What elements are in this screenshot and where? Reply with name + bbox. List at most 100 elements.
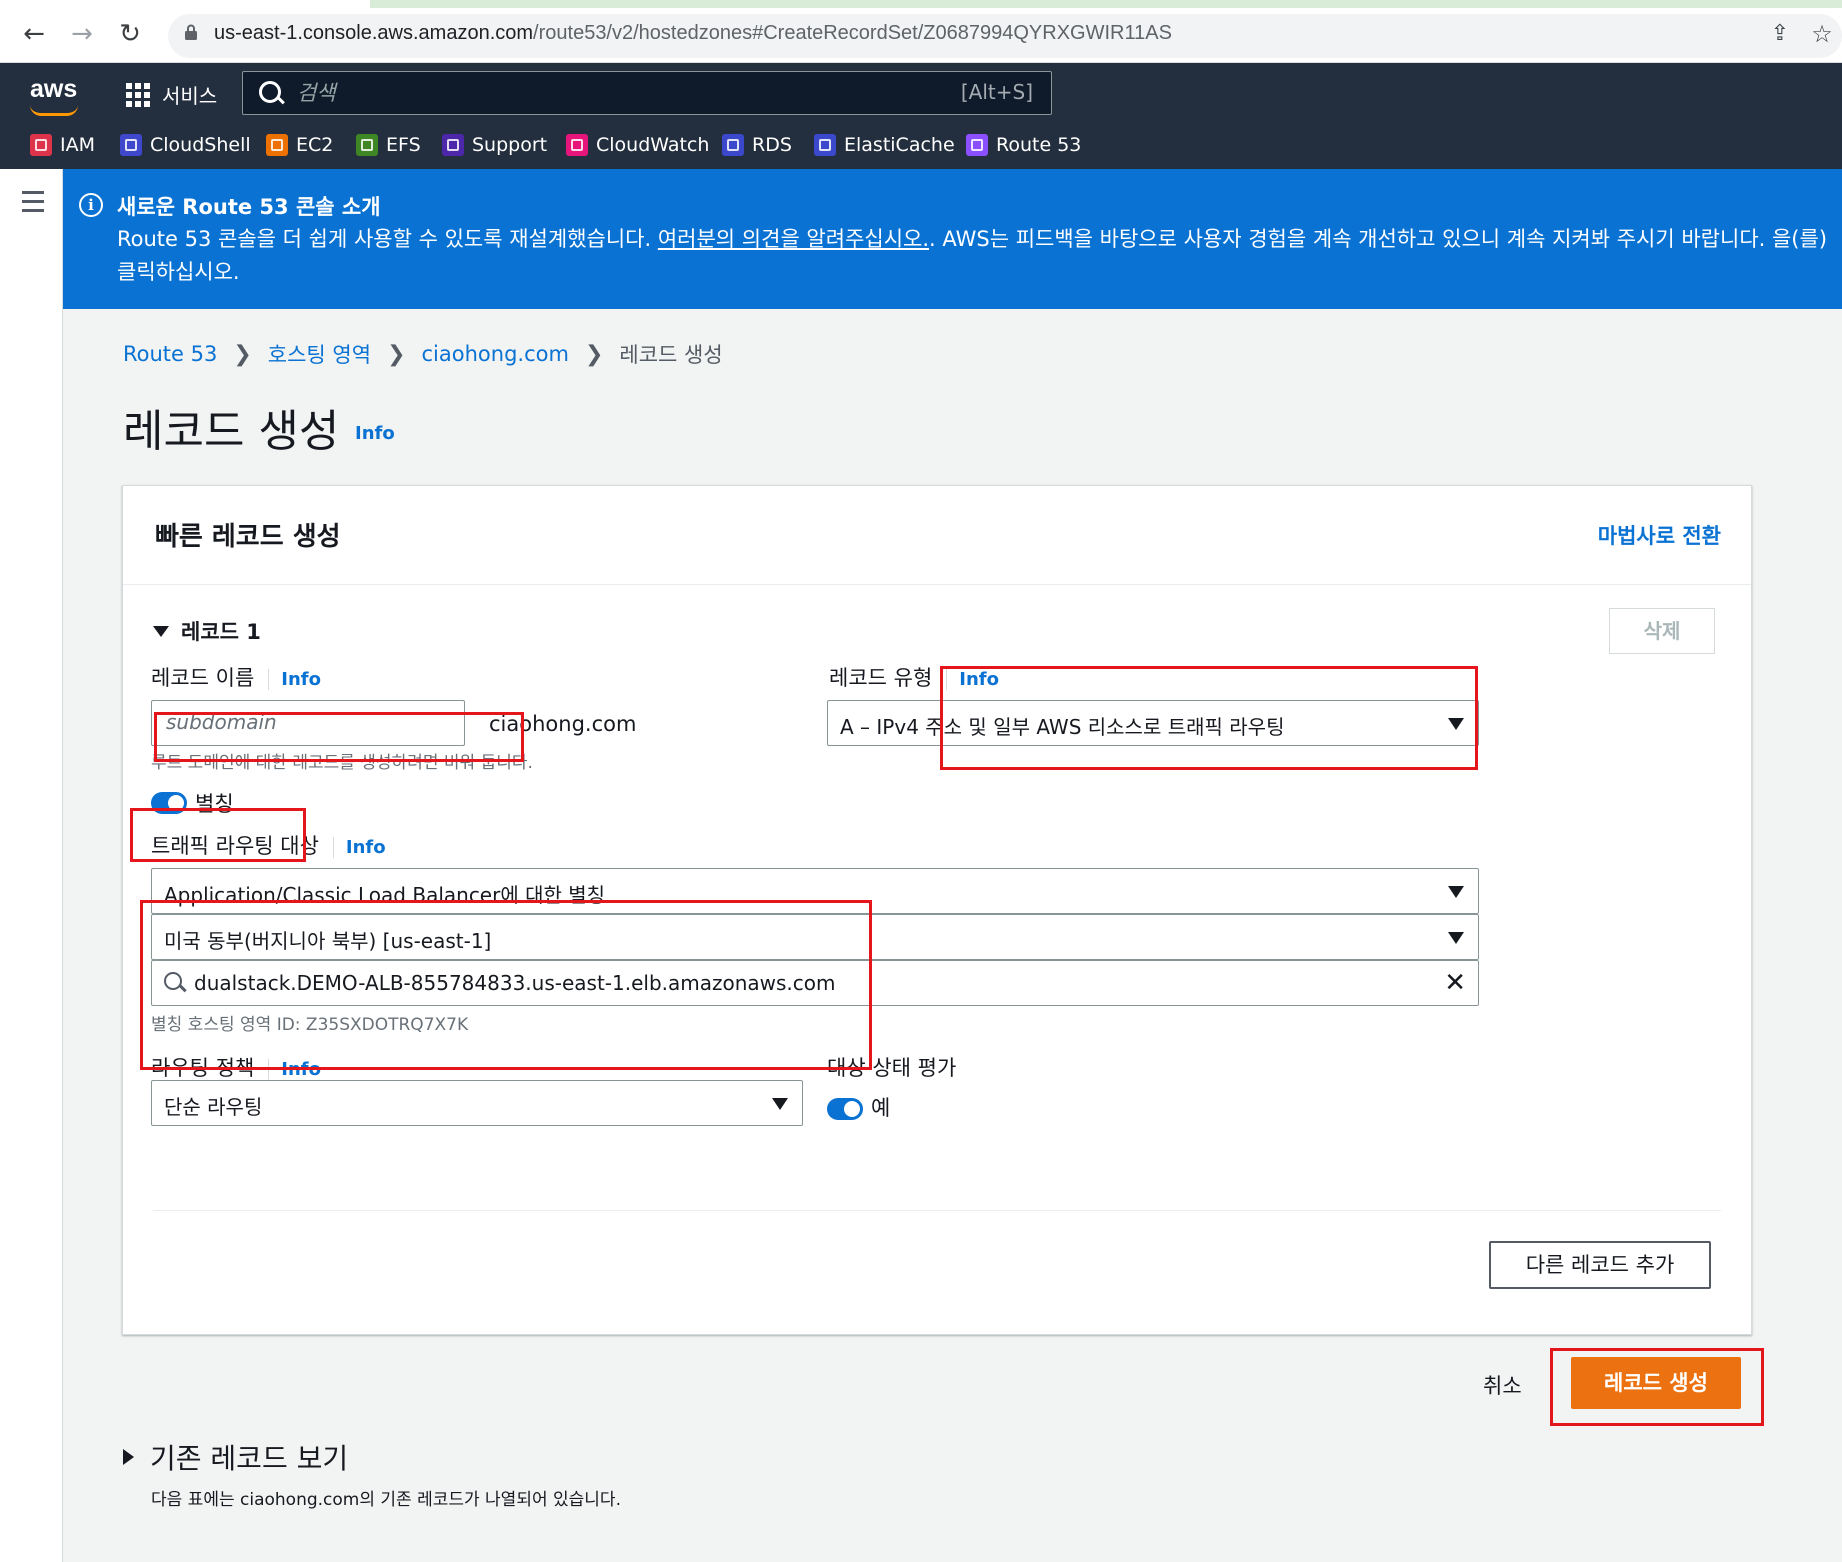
load-balancer-value: dualstack.DEMO-ALB-855784833.us-east-1.e… <box>194 971 836 995</box>
health-value: 예 <box>871 1096 891 1120</box>
feedback-link[interactable]: 여러분의 의견을 알려주십시오. <box>658 227 929 251</box>
caret-down-icon <box>1448 886 1464 898</box>
record-name-field[interactable] <box>151 700 465 746</box>
rds-icon <box>722 134 744 156</box>
endpoint-value: Application/Classic Load Balancer에 대한 별칭 <box>164 883 606 907</box>
domain-suffix: ciaohong.com <box>489 712 637 736</box>
fav-rds[interactable]: RDS <box>722 132 792 158</box>
alias-toggle[interactable] <box>151 792 187 814</box>
fav-label: EC2 <box>296 134 334 156</box>
add-record-button[interactable]: 다른 레코드 추가 <box>1489 1241 1711 1289</box>
hamburger-menu-icon[interactable] <box>22 191 44 218</box>
switch-to-wizard-link[interactable]: 마법사로 전환 <box>1598 520 1721 550</box>
lock-icon <box>185 24 197 40</box>
fav-support[interactable]: Support <box>442 132 547 158</box>
region-select[interactable]: 미국 동부(버지니아 북부) [us-east-1] <box>151 914 1479 960</box>
health-label: 대상 상태 평가 <box>827 1056 957 1080</box>
tab-strip <box>370 0 1842 8</box>
elasticache-icon <box>814 134 836 156</box>
fav-label: CloudShell <box>150 134 251 156</box>
favorites-bar: IAM CloudShell EC2 EFS Support CloudWatc… <box>0 121 1842 169</box>
quick-create-panel: 빠른 레코드 생성 마법사로 전환 레코드 1 삭제 레코드 이름 Info ci… <box>122 485 1752 1335</box>
fav-ec2[interactable]: EC2 <box>266 132 333 158</box>
url-text[interactable]: us-east-1.console.aws.amazon.com/route53… <box>214 22 1172 45</box>
aws-logo[interactable]: aws <box>30 75 77 104</box>
routing-policy-value: 단순 라우팅 <box>164 1095 263 1119</box>
fav-label: CloudWatch <box>596 134 710 156</box>
panel-title: 빠른 레코드 생성 <box>155 522 341 552</box>
record-name-input[interactable] <box>164 709 458 735</box>
info-circle-icon: i <box>79 193 103 217</box>
aws-logo-smile <box>30 105 78 116</box>
share-icon[interactable]: ⇪ <box>1764 18 1796 50</box>
ec2-icon <box>266 134 288 156</box>
caret-down-icon <box>1448 932 1464 944</box>
url-path: /route53/v2/hostedzones#CreateRecordSet/… <box>533 22 1172 44</box>
health-toggle[interactable] <box>827 1098 863 1120</box>
breadcrumb-route53[interactable]: Route 53 <box>123 342 217 366</box>
fav-label: IAM <box>60 134 95 156</box>
aws-top-nav: aws 서비스 [Alt+S] <box>0 63 1842 121</box>
fav-cloudshell[interactable]: CloudShell <box>120 132 251 158</box>
routing-policy-info-link[interactable]: Info <box>268 1059 321 1080</box>
load-balancer-autosuggest[interactable]: dualstack.DEMO-ALB-855784833.us-east-1.e… <box>151 960 1479 1006</box>
existing-records-expander[interactable]: 기존 레코드 보기 <box>123 1437 348 1477</box>
record-type-label-text: 레코드 유형 <box>829 666 933 690</box>
create-records-button[interactable]: 레코드 생성 <box>1571 1357 1741 1409</box>
fav-label: EFS <box>386 134 421 156</box>
reload-icon[interactable]: ↻ <box>114 18 146 50</box>
search-icon <box>259 81 281 103</box>
record-type-info-link[interactable]: Info <box>946 669 999 690</box>
forward-icon[interactable]: → <box>66 18 98 50</box>
record-1-expander[interactable]: 레코드 1 <box>153 616 261 646</box>
search-shortcut-hint: [Alt+S] <box>960 80 1033 104</box>
side-navigation-rail <box>0 169 63 1562</box>
back-icon[interactable]: ← <box>18 18 50 50</box>
panel-header: 빠른 레코드 생성 마법사로 전환 <box>123 486 1751 585</box>
fav-efs[interactable]: EFS <box>356 132 421 158</box>
fav-label: Route 53 <box>996 134 1082 156</box>
fav-label: RDS <box>752 134 792 156</box>
services-grid-icon[interactable] <box>126 83 150 107</box>
record-type-value: A – IPv4 주소 및 일부 AWS 리소스로 트래픽 라우팅 <box>840 715 1285 739</box>
record-name-label: 레코드 이름 Info <box>151 662 321 692</box>
endpoint-select[interactable]: Application/Classic Load Balancer에 대한 별칭 <box>151 868 1479 914</box>
clear-icon[interactable]: ✕ <box>1444 969 1466 997</box>
page-title: 레코드 생성 <box>123 406 340 457</box>
cloudshell-icon <box>120 134 142 156</box>
url-host: us-east-1.console.aws.amazon.com <box>214 22 534 44</box>
fav-elasticache[interactable]: ElastiCache <box>814 132 955 158</box>
traffic-target-info-link[interactable]: Info <box>332 837 386 858</box>
banner-title: 새로운 Route 53 콘솔 소개 <box>117 195 381 219</box>
main-content: Route 53 ❯ 호스팅 영역 ❯ ciaohong.com ❯ 레코드 생… <box>63 309 1842 1562</box>
global-search[interactable]: [Alt+S] <box>242 71 1052 115</box>
iam-icon <box>30 134 52 156</box>
bookmark-star-icon[interactable]: ☆ <box>1806 18 1838 50</box>
page-info-link[interactable]: Info <box>355 423 395 444</box>
caret-down-icon <box>153 625 169 637</box>
efs-icon <box>356 134 378 156</box>
delete-record-button[interactable]: 삭제 <box>1609 608 1715 654</box>
panel-divider <box>153 1210 1721 1211</box>
alias-label: 별칭 <box>195 792 234 816</box>
existing-records-heading: 기존 레코드 보기 <box>150 1442 349 1475</box>
fav-cloudwatch[interactable]: CloudWatch <box>566 132 709 158</box>
fav-label: Support <box>472 134 548 156</box>
services-menu[interactable]: 서비스 <box>162 80 217 109</box>
caret-down-icon <box>772 1098 788 1110</box>
routing-policy-select[interactable]: 단순 라우팅 <box>151 1080 803 1126</box>
breadcrumb-zone[interactable]: ciaohong.com <box>422 342 569 366</box>
record-type-select[interactable]: A – IPv4 주소 및 일부 AWS 리소스로 트래픽 라우팅 <box>827 700 1479 746</box>
record-type-label: 레코드 유형 Info <box>829 662 999 692</box>
fav-route53[interactable]: Route 53 <box>966 132 1081 158</box>
existing-records-description: 다음 표에는 ciaohong.com의 기존 레코드가 나열되어 있습니다. <box>151 1490 621 1510</box>
caret-right-icon <box>123 1449 134 1465</box>
cancel-button[interactable]: 취소 <box>1483 1370 1522 1400</box>
fav-iam[interactable]: IAM <box>30 132 95 158</box>
record-name-info-link[interactable]: Info <box>268 669 321 690</box>
record-name-hint: 루트 도메인에 대한 레코드를 생성하려면 비워 둡니다. <box>151 753 533 773</box>
chevron-right-icon: ❯ <box>233 341 252 367</box>
routing-policy-label: 라우팅 정책 Info <box>151 1052 321 1082</box>
breadcrumb-hosted-zones[interactable]: 호스팅 영역 <box>268 339 371 369</box>
search-input[interactable] <box>295 76 859 110</box>
